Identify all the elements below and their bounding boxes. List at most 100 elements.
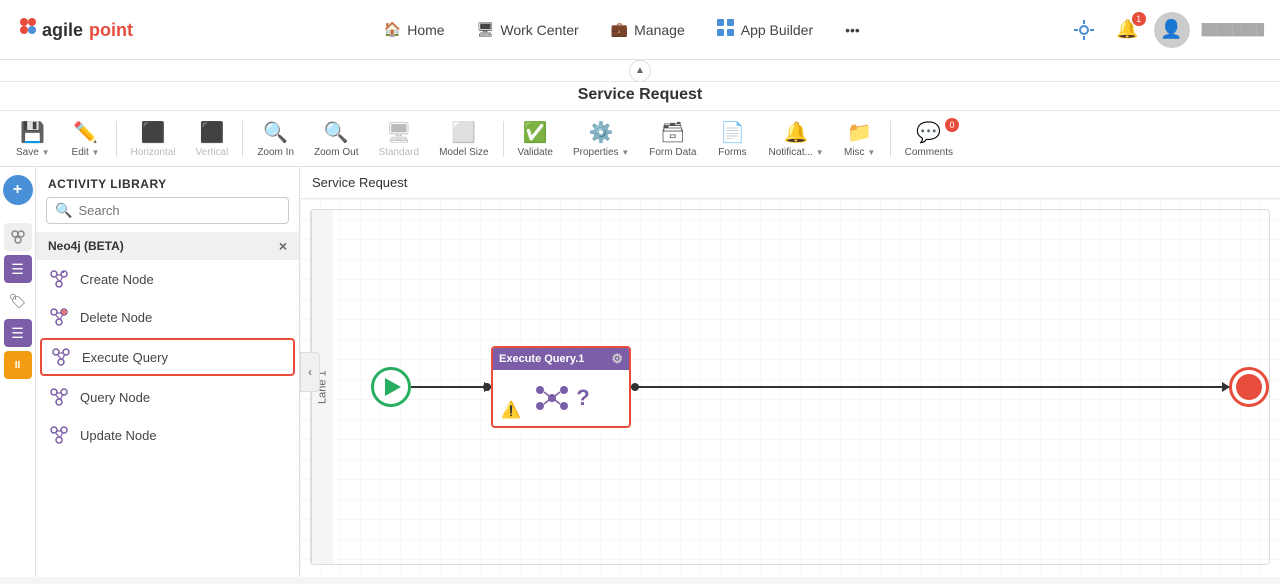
tag-icon-strip[interactable]: 🏷 [4, 287, 32, 315]
neo4j-icon-strip[interactable] [4, 223, 32, 251]
canvas-content[interactable]: Lane 1 Execute [300, 199, 1280, 575]
model-size-icon: ⬜ [451, 120, 476, 145]
vertical-label: Vertical [196, 147, 229, 158]
plus-icon: + [13, 181, 22, 199]
node-warning-icon: ⚠️ [501, 400, 521, 420]
search-input[interactable] [78, 203, 280, 218]
start-node[interactable] [371, 367, 411, 407]
horizontal-button[interactable]: ⬛ Horizontal [123, 116, 184, 162]
nav-home[interactable]: 🏠 Home [370, 15, 459, 44]
comments-button[interactable]: 💬 0 Comments [897, 116, 961, 162]
separator-4 [890, 121, 891, 157]
dot-1 [483, 383, 491, 391]
integration-button[interactable] [1066, 12, 1102, 48]
standard-label: Standard [378, 147, 419, 158]
standard-button[interactable]: 🖥 Standard [370, 116, 427, 162]
create-node-item[interactable]: Create Node [36, 260, 299, 298]
zoom-out-button[interactable]: 🔍 Zoom Out [306, 116, 366, 162]
vertical-icon: ⬛ [199, 120, 224, 145]
zoom-out-icon: 🔍 [324, 120, 349, 145]
comments-icon: 💬 [916, 120, 941, 145]
user-avatar[interactable]: 👤 [1154, 12, 1190, 48]
misc-button[interactable]: 📁 Misc ▼ [836, 116, 884, 162]
nav-more[interactable]: ••• [831, 16, 874, 44]
canvas-area: Service Request Lane 1 [300, 167, 1280, 577]
misc-label: Misc ▼ [844, 147, 875, 158]
workflow: Execute Query.1 ⚙ [371, 346, 1269, 428]
execute-query-icon [50, 346, 72, 368]
svg-text:point: point [89, 20, 133, 40]
forms-icon: 📄 [720, 120, 745, 145]
group-close-button[interactable]: × [279, 238, 287, 254]
update-node-label: Update Node [80, 428, 157, 443]
nav-app-builder-label: App Builder [741, 22, 813, 38]
save-button[interactable]: 💾 Save ▼ [8, 116, 58, 162]
nav-app-builder[interactable]: App Builder [703, 13, 827, 46]
edit-button[interactable]: ✏️ Edit ▼ [62, 116, 110, 162]
vertical-button[interactable]: ⬛ Vertical [188, 116, 237, 162]
list-icon: ☰ [11, 261, 24, 278]
activity-panel: ACTIVITY LIBRARY 🔍 Neo4j (BETA) × [36, 167, 300, 577]
doc-icon-strip[interactable]: ☰ [4, 319, 32, 347]
chevron-bar: ▲ [0, 60, 1280, 82]
search-icon: 🔍 [55, 202, 72, 219]
toolbar: 💾 Save ▼ ✏️ Edit ▼ ⬛ Horizontal ⬛ Vertic… [0, 111, 1280, 167]
nav-manage[interactable]: 💼 Manage [597, 15, 699, 44]
group-name: Neo4j (BETA) [48, 239, 124, 253]
properties-button[interactable]: ⚙️ Properties ▼ [565, 116, 637, 162]
forms-button[interactable]: 📄 Forms [708, 116, 756, 162]
chevron-up-button[interactable]: ▲ [629, 60, 651, 82]
separator-2 [242, 121, 243, 157]
nav-links: 🏠 Home 🖥 Work Center 💼 Manage App Builde… [178, 13, 1066, 46]
logo[interactable]: agile point [16, 14, 146, 46]
delete-node-icon [48, 306, 70, 328]
id-icon-strip[interactable]: II [4, 351, 32, 379]
monitor-icon: 🖥 [477, 21, 495, 38]
notifications-icon: 🔔 [784, 120, 809, 145]
create-node-icon [48, 268, 70, 290]
zoom-in-label: Zoom In [257, 147, 294, 158]
model-size-button[interactable]: ⬜ Model Size [431, 116, 496, 162]
misc-icon: 📁 [847, 120, 872, 145]
query-node-label: Query Node [80, 390, 150, 405]
notification-button[interactable]: 🔔 1 [1110, 12, 1146, 48]
validate-button[interactable]: ✅ Validate [510, 116, 561, 162]
validate-icon: ✅ [523, 120, 548, 145]
node-title: Execute Query.1 [499, 353, 584, 365]
activity-header: ACTIVITY LIBRARY [36, 167, 299, 197]
delete-node-item[interactable]: Delete Node [36, 298, 299, 336]
zoom-out-label: Zoom Out [314, 147, 358, 158]
more-icon: ••• [845, 22, 860, 38]
delete-node-label: Delete Node [80, 310, 152, 325]
arrow-2 [631, 386, 1229, 388]
comments-badge: 0 [945, 118, 959, 132]
update-node-item[interactable]: Update Node [36, 416, 299, 454]
canvas-title: Service Request [312, 175, 407, 190]
node-gear-icon[interactable]: ⚙ [611, 351, 623, 367]
properties-label: Properties ▼ [573, 147, 629, 158]
end-node[interactable] [1229, 367, 1269, 407]
canvas-header: Service Request [300, 167, 1280, 199]
execute-query-node[interactable]: Execute Query.1 ⚙ [491, 346, 631, 428]
save-label: Save ▼ [16, 147, 50, 158]
edit-icon: ✏️ [73, 120, 98, 145]
node-graph-icon [532, 378, 572, 418]
node-header: Execute Query.1 ⚙ [493, 348, 629, 370]
add-button[interactable]: + [3, 175, 33, 205]
query-node-item[interactable]: Query Node [36, 378, 299, 416]
activity-list: Neo4j (BETA) × Create Node [36, 232, 299, 577]
grid-icon [717, 19, 735, 40]
notifications-button[interactable]: 🔔 Notificat... ▼ [760, 116, 831, 162]
separator-1 [116, 121, 117, 157]
node-question-icon: ? [576, 385, 589, 411]
zoom-in-button[interactable]: 🔍 Zoom In [249, 116, 302, 162]
collapse-panel-button[interactable]: ‹ [300, 352, 320, 392]
list-icon-strip[interactable]: ☰ [4, 255, 32, 283]
standard-icon: 🖥 [386, 120, 411, 145]
neo4j-group-header: Neo4j (BETA) × [36, 232, 299, 260]
execute-query-item[interactable]: Execute Query [40, 338, 295, 376]
nav-work-center[interactable]: 🖥 Work Center [463, 15, 593, 44]
dot-2 [631, 383, 639, 391]
form-data-button[interactable]: 🗃 Form Data [641, 116, 704, 162]
chevron-left-icon: ‹ [308, 365, 312, 379]
